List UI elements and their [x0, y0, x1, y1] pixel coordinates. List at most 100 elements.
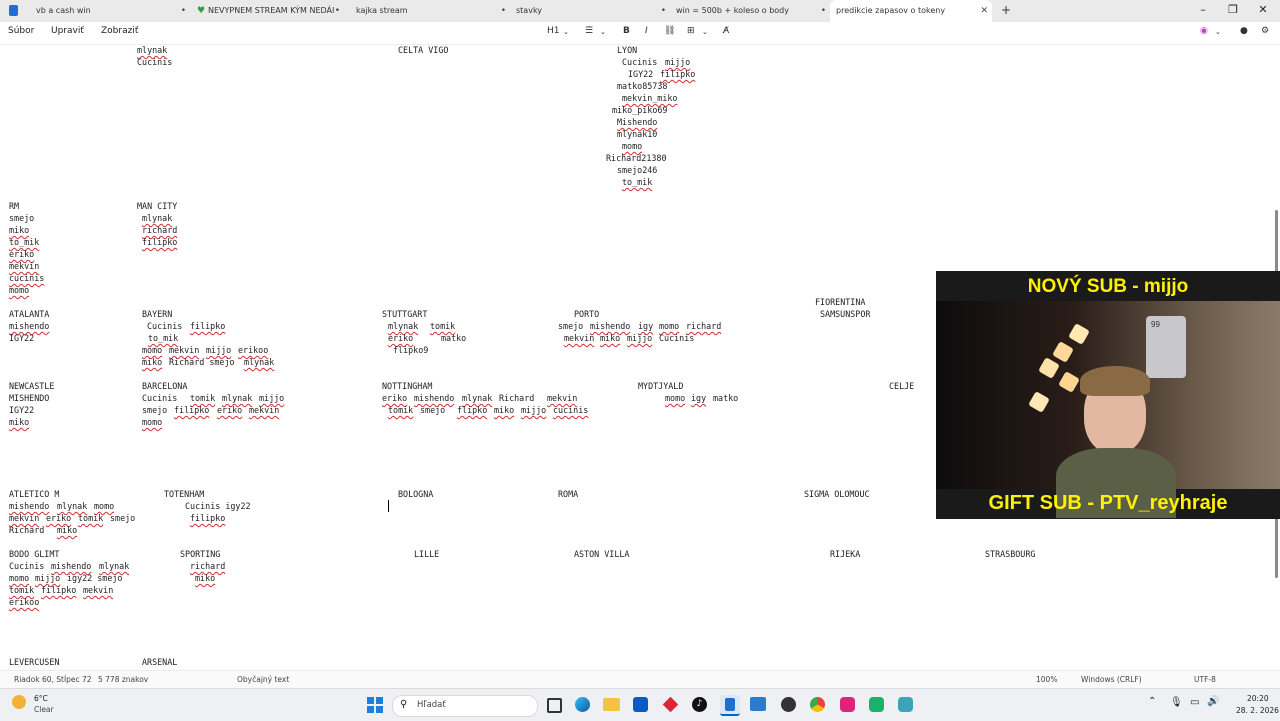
- microphone-icon[interactable]: 🎙: [1170, 697, 1183, 708]
- tab-close-dot-icon[interactable]: •: [181, 0, 186, 22]
- minimize-icon[interactable]: –: [1188, 0, 1218, 22]
- new-tab-button[interactable]: +: [1001, 3, 1011, 17]
- doc-text-run: ASTON VILLA: [574, 549, 630, 559]
- doc-text-run: mlynak: [462, 393, 493, 403]
- clear-format-icon[interactable]: A̸: [723, 26, 729, 36]
- copilot-icon[interactable]: ◉: [1200, 26, 1208, 36]
- doc-text-run: momo: [142, 345, 163, 355]
- doc-text-run: RIJEKA: [830, 549, 861, 559]
- doc-text-run: smejo: [9, 213, 35, 223]
- tab-close-dot-icon[interactable]: •: [335, 0, 340, 22]
- volume-icon[interactable]: 🔊: [1207, 696, 1219, 707]
- clock-time[interactable]: 20:20: [1247, 694, 1269, 703]
- doc-text-run: mijjo: [665, 57, 691, 67]
- tab-label: NEVYPNEM STREAM KÝM NEDÁI: [208, 6, 335, 15]
- edge-browser-icon[interactable]: [575, 697, 590, 712]
- app-green-icon[interactable]: [869, 697, 884, 712]
- doc-text-run: mlynak: [57, 501, 88, 511]
- doc-text-run: NEWCASTLE: [9, 381, 55, 391]
- doc-text-run: matko85738: [617, 81, 668, 91]
- tiktok-icon[interactable]: ♪: [692, 697, 707, 712]
- chevron-down-icon: ⌄: [600, 28, 606, 36]
- doc-text-run: ATALANTA: [9, 309, 50, 319]
- line-ending[interactable]: Windows (CRLF): [1081, 675, 1142, 684]
- doc-text-run: tomik: [9, 585, 35, 595]
- doc-text-run: momo: [9, 573, 30, 583]
- doc-text-run: momo: [94, 501, 115, 511]
- network-icon[interactable]: ▭: [1190, 697, 1199, 708]
- zoom-level[interactable]: 100%: [1036, 675, 1057, 684]
- encoding[interactable]: UTF-8: [1194, 675, 1216, 684]
- doc-text-run: mlynak10: [617, 129, 658, 139]
- taskbar-search-box[interactable]: ⚲ Hľadať: [392, 695, 538, 717]
- doc-text-run: PORTO: [574, 309, 600, 319]
- menu-view[interactable]: Zobraziť: [101, 26, 138, 36]
- doc-text-run: NOTTINGHAM: [382, 381, 433, 391]
- task-view-icon[interactable]: [547, 698, 562, 713]
- doc-text-run: mishendo: [414, 393, 455, 403]
- notepad-taskbar-icon[interactable]: [720, 695, 740, 716]
- table-icon[interactable]: ⊞: [687, 26, 695, 36]
- link-icon[interactable]: ⛓: [664, 26, 675, 36]
- doc-text-run: ATLETICO M: [9, 489, 60, 499]
- tab-close-dot-icon[interactable]: •: [501, 0, 506, 22]
- list-icon[interactable]: ☰: [585, 26, 593, 36]
- doc-text-run: Cucinis: [142, 393, 188, 403]
- app-game-icon[interactable]: [781, 697, 796, 712]
- doc-text-run: Cucinis: [659, 333, 695, 343]
- doc-text-run: Mishendo: [617, 117, 658, 127]
- doc-text-run: richard: [142, 225, 178, 235]
- doc-text-run: SPORTING: [180, 549, 221, 559]
- windows-start-icon[interactable]: [367, 697, 383, 713]
- doc-text-run: RM: [9, 201, 20, 211]
- heading-dropdown[interactable]: H1: [547, 26, 560, 36]
- doc-text-run: mekvin: [9, 513, 40, 523]
- doc-text-run: smejo: [420, 405, 451, 415]
- notepad-app-icon: [9, 5, 18, 16]
- tab-4[interactable]: stavky •: [510, 0, 670, 22]
- tab-close-dot-icon[interactable]: •: [661, 0, 666, 22]
- doc-text-run: mlynak: [222, 393, 253, 403]
- weather-icon: [12, 695, 26, 709]
- doc-text-run: Richard: [499, 393, 540, 403]
- tab-close-icon[interactable]: ✕: [980, 0, 988, 22]
- doc-text-run: mekvin: [9, 261, 40, 271]
- chrome-icon[interactable]: [810, 697, 825, 712]
- doc-text-run: miko: [600, 333, 621, 343]
- doc-text-run: eriko: [9, 249, 35, 259]
- close-window-icon[interactable]: ✕: [1248, 0, 1278, 22]
- app-red-diamond-icon[interactable]: [662, 696, 679, 713]
- settings-gear-icon[interactable]: ⚙: [1261, 26, 1269, 36]
- tab-3[interactable]: kajka stream •: [350, 0, 510, 22]
- doc-text-run: tomik: [388, 405, 414, 415]
- clock-date[interactable]: 28. 2. 2026: [1236, 706, 1279, 715]
- tray-chevron-up-icon[interactable]: ⌃: [1148, 696, 1156, 707]
- tab-6-active[interactable]: predikcie zapasov o tokeny ✕: [830, 0, 992, 22]
- menu-edit[interactable]: Upraviť: [51, 26, 84, 36]
- tab-close-dot-icon[interactable]: •: [821, 0, 826, 22]
- chevron-down-icon: ⌄: [702, 28, 708, 36]
- doc-text-run: erikoo: [238, 345, 269, 355]
- app-teal-icon[interactable]: [898, 697, 913, 712]
- app-photos-icon[interactable]: [750, 697, 766, 711]
- menu-file[interactable]: Súbor: [8, 26, 34, 36]
- app-pink-icon[interactable]: [840, 697, 855, 712]
- tab-1[interactable]: vb a cash win •: [30, 0, 190, 22]
- store-icon[interactable]: [633, 697, 648, 712]
- status-bar: Riadok 60, Stĺpec 72 5 778 znakov Obyčaj…: [0, 670, 1280, 689]
- chevron-down-icon: ⌄: [563, 28, 569, 36]
- file-explorer-icon[interactable]: [603, 698, 620, 711]
- doc-text-run: momo: [622, 141, 643, 151]
- tab-2[interactable]: ♥ NEVYPNEM STREAM KÝM NEDÁI •: [192, 0, 344, 22]
- doc-text-run: richard: [686, 321, 722, 331]
- doc-text-run: BARCELONA: [142, 381, 188, 391]
- doc-text-run: mlynak: [137, 45, 168, 55]
- maximize-icon[interactable]: ❐: [1218, 0, 1248, 22]
- doc-text-run: mijjo: [627, 333, 653, 343]
- tab-5[interactable]: win = 500b + koleso o body •: [670, 0, 830, 22]
- doc-text-run: mekvin: [169, 345, 200, 355]
- bold-icon[interactable]: B: [623, 26, 630, 36]
- account-icon[interactable]: ●: [1240, 26, 1248, 36]
- doc-text-run: miko: [57, 525, 78, 535]
- italic-icon[interactable]: I: [645, 26, 648, 36]
